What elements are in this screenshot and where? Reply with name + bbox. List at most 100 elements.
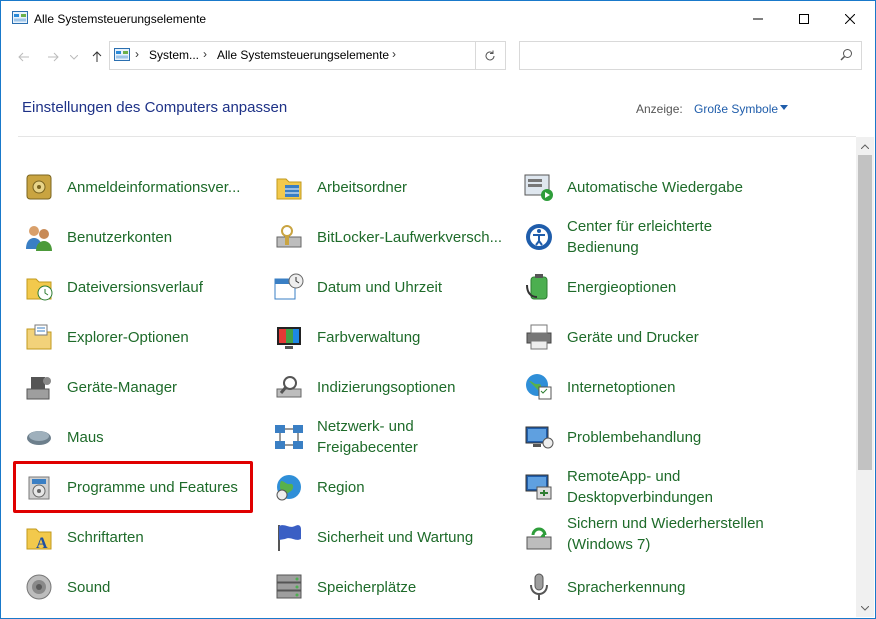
item-label: Automatische Wiedergabe bbox=[567, 178, 743, 196]
scroll-up-button[interactable] bbox=[856, 137, 874, 155]
chevron-down-icon bbox=[861, 605, 869, 611]
mouse-icon bbox=[27, 431, 51, 445]
credential-vault-icon bbox=[26, 174, 52, 200]
troubleshooting-icon bbox=[525, 426, 554, 449]
indexing-icon bbox=[276, 376, 302, 398]
item-label: Center für erleichterte Bedienung bbox=[567, 218, 713, 256]
refresh-button[interactable] bbox=[475, 41, 506, 70]
item-label: Speicherplätze bbox=[317, 578, 417, 596]
item-network-sharing[interactable]: Netzwerk- und Freigabecenter bbox=[273, 415, 511, 459]
item-indexing-options[interactable]: Indizierungsoptionen bbox=[273, 365, 511, 409]
svg-text:A: A bbox=[36, 535, 48, 552]
back-button[interactable] bbox=[14, 47, 34, 67]
close-icon bbox=[845, 14, 855, 24]
item-label: Maus bbox=[67, 428, 104, 446]
item-mouse[interactable]: Maus bbox=[23, 415, 261, 459]
remoteapp-icon bbox=[525, 474, 552, 500]
item-sound[interactable]: Sound bbox=[23, 565, 261, 609]
fonts-icon: A bbox=[26, 528, 52, 552]
item-storage-spaces[interactable]: Speicherplätze bbox=[273, 565, 511, 609]
search-icon bbox=[840, 49, 852, 61]
minimize-icon bbox=[753, 18, 763, 20]
vertical-scrollbar[interactable] bbox=[856, 137, 874, 617]
breadcrumb-separator[interactable]: › bbox=[203, 47, 207, 61]
breadcrumb-all-items[interactable]: Alle Systemsteuerungselemente bbox=[217, 48, 389, 62]
user-accounts-icon bbox=[26, 226, 52, 251]
recent-locations-button[interactable] bbox=[67, 47, 81, 67]
item-label: Netzwerk- und Freigabecenter bbox=[317, 418, 418, 456]
item-backup-restore[interactable]: Sichern und Wiederherstellen (Windows 7) bbox=[523, 515, 764, 559]
maximize-button[interactable] bbox=[781, 1, 827, 37]
search-input[interactable] bbox=[524, 45, 828, 66]
item-color-management[interactable]: Farbverwaltung bbox=[273, 315, 511, 359]
control-panel-icon bbox=[12, 11, 28, 24]
up-button[interactable] bbox=[87, 47, 107, 67]
item-date-time[interactable]: Datum und Uhrzeit bbox=[273, 265, 511, 309]
item-explorer-options[interactable]: Explorer-Optionen bbox=[23, 315, 261, 359]
item-work-folders[interactable]: Arbeitsordner bbox=[273, 165, 511, 209]
breadcrumb-system[interactable]: System... bbox=[149, 48, 199, 62]
bitlocker-icon bbox=[276, 225, 302, 248]
item-label: Spracherkennung bbox=[567, 578, 686, 596]
item-label: Problembehandlung bbox=[567, 428, 702, 446]
highlight-box bbox=[13, 461, 253, 513]
item-ease-of-access[interactable]: Center für erleichterte Bedienung bbox=[523, 215, 761, 259]
arrow-right-icon bbox=[48, 52, 59, 62]
search-box[interactable] bbox=[519, 41, 862, 70]
item-fonts[interactable]: A Schriftarten bbox=[23, 515, 261, 559]
backup-restore-icon bbox=[526, 527, 552, 550]
arrow-left-icon bbox=[18, 52, 29, 62]
security-flag-icon bbox=[278, 525, 301, 551]
item-remoteapp[interactable]: RemoteApp- und Desktopverbindungen bbox=[523, 465, 761, 509]
item-security-maintenance[interactable]: Sicherheit und Wartung bbox=[273, 515, 511, 559]
item-user-accounts[interactable]: Benutzerkonten bbox=[23, 215, 261, 259]
item-label: Internetoptionen bbox=[567, 378, 676, 396]
scroll-down-button[interactable] bbox=[856, 599, 874, 617]
item-label: Anmeldeinformationsver... bbox=[67, 178, 241, 196]
item-label: Schriftarten bbox=[67, 528, 144, 546]
chevron-down-icon bbox=[70, 54, 78, 60]
item-power-options[interactable]: Energieoptionen bbox=[523, 265, 761, 309]
power-options-icon bbox=[526, 274, 548, 300]
color-management-icon bbox=[277, 327, 301, 349]
item-label: Datum und Uhrzeit bbox=[317, 278, 443, 296]
breadcrumb-separator[interactable]: › bbox=[392, 47, 396, 61]
item-internet-options[interactable]: Internetoptionen bbox=[523, 365, 761, 409]
control-panel-icon bbox=[114, 48, 130, 61]
chevron-up-icon bbox=[861, 143, 869, 149]
devices-printers-icon bbox=[526, 324, 552, 350]
navigation-bar: › System... › Alle Systemsteuerungseleme… bbox=[1, 37, 875, 77]
item-file-history[interactable]: Dateiversionsverlauf bbox=[23, 265, 261, 309]
item-bitlocker[interactable]: BitLocker-Laufwerkversch... bbox=[273, 215, 511, 259]
item-credential-manager[interactable]: Anmeldeinformationsver... bbox=[23, 165, 261, 209]
forward-button[interactable] bbox=[43, 47, 63, 67]
item-label: Sicherheit und Wartung bbox=[317, 528, 474, 546]
caret-down-icon[interactable] bbox=[780, 105, 788, 110]
refresh-icon bbox=[485, 50, 495, 60]
sound-icon bbox=[26, 574, 52, 600]
item-label: Indizierungsoptionen bbox=[317, 378, 456, 396]
scroll-thumb[interactable] bbox=[858, 155, 872, 470]
work-folders-icon bbox=[276, 178, 302, 200]
arrow-up-icon bbox=[92, 51, 102, 62]
item-label: Geräte-Manager bbox=[67, 378, 178, 396]
item-label: Region bbox=[317, 478, 365, 496]
item-speech-recognition[interactable]: Spracherkennung bbox=[523, 565, 761, 609]
window-title: Alle Systemsteuerungselemente bbox=[34, 12, 207, 26]
item-region[interactable]: Region bbox=[273, 465, 511, 509]
item-troubleshooting[interactable]: Problembehandlung bbox=[523, 415, 761, 459]
item-device-manager[interactable]: Geräte-Manager bbox=[23, 365, 261, 409]
item-autoplay[interactable]: Automatische Wiedergabe bbox=[523, 165, 761, 209]
view-by-label: Anzeige: bbox=[636, 102, 683, 116]
item-label: Benutzerkonten bbox=[67, 228, 173, 246]
close-button[interactable] bbox=[827, 1, 873, 37]
address-bar[interactable]: › System... › Alle Systemsteuerungseleme… bbox=[109, 41, 571, 70]
item-label: Geräte und Drucker bbox=[567, 328, 699, 346]
internet-options-icon bbox=[526, 374, 552, 400]
breadcrumb-separator[interactable]: › bbox=[135, 47, 139, 61]
view-by-dropdown[interactable]: Große Symbole bbox=[694, 102, 778, 116]
minimize-button[interactable] bbox=[735, 1, 781, 37]
autoplay-icon bbox=[524, 174, 553, 201]
item-label: BitLocker-Laufwerkversch... bbox=[317, 228, 503, 246]
item-devices-printers[interactable]: Geräte und Drucker bbox=[523, 315, 761, 359]
